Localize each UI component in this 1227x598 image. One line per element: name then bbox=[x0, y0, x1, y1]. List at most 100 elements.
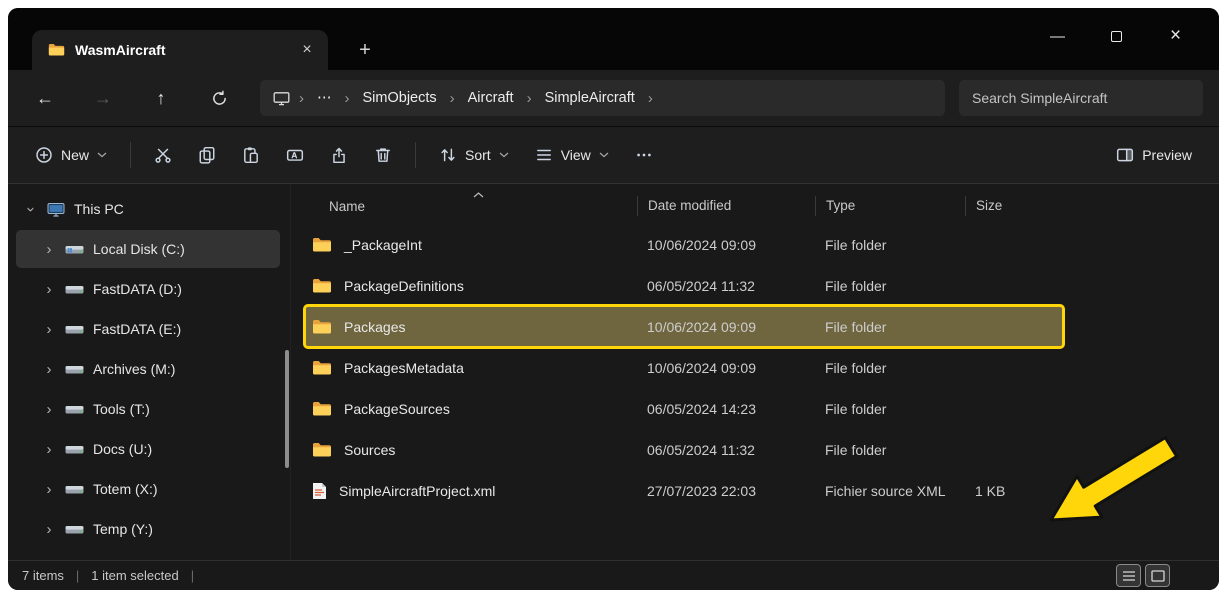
column-header-row: Name Date modified Type Size bbox=[305, 188, 1219, 224]
breadcrumb-ellipsis[interactable]: ⋯ bbox=[308, 86, 341, 110]
column-header-name[interactable]: Name bbox=[305, 199, 637, 214]
maximize-button[interactable] bbox=[1087, 8, 1146, 64]
file-type: File folder bbox=[815, 319, 965, 335]
drive-icon bbox=[65, 323, 84, 336]
sidebar-item-tools-t[interactable]: › Tools (T:) bbox=[16, 390, 280, 428]
chevron-right-icon[interactable]: › bbox=[42, 441, 56, 458]
file-name-cell: PackageDefinitions bbox=[305, 278, 637, 294]
forward-button[interactable]: → bbox=[86, 81, 120, 115]
file-date-modified: 06/05/2024 14:23 bbox=[637, 401, 815, 417]
file-type: File folder bbox=[815, 237, 965, 253]
folder-icon bbox=[312, 319, 332, 335]
file-name: PackageSources bbox=[344, 401, 450, 417]
command-bar: New Sort View bbox=[8, 126, 1219, 184]
file-row-sources[interactable]: Sources06/05/2024 11:32File folder bbox=[305, 429, 1063, 470]
chevron-right-icon[interactable]: › bbox=[342, 90, 353, 107]
file-name-cell: SimpleAircraftProject.xml bbox=[305, 482, 637, 500]
sidebar-item-this-pc[interactable]: › This PC bbox=[16, 190, 280, 228]
back-button[interactable]: ← bbox=[28, 81, 62, 115]
sidebar-item-label: Totem (X:) bbox=[93, 481, 158, 497]
delete-button[interactable] bbox=[363, 136, 403, 174]
up-button[interactable]: ↑ bbox=[144, 81, 178, 115]
refresh-button[interactable] bbox=[202, 81, 236, 115]
sidebar-item-totem-x[interactable]: › Totem (X:) bbox=[16, 470, 280, 508]
chevron-right-icon[interactable]: › bbox=[42, 321, 56, 338]
file-date-modified: 27/07/2023 22:03 bbox=[637, 483, 815, 499]
sidebar-item-label: Archives (M:) bbox=[93, 361, 175, 377]
file-row-packagesmetadata[interactable]: PackagesMetadata10/06/2024 09:09File fol… bbox=[305, 347, 1063, 388]
chevron-right-icon[interactable]: › bbox=[645, 90, 656, 107]
paste-button[interactable] bbox=[231, 136, 271, 174]
sidebar-item-archives-m[interactable]: › Archives (M:) bbox=[16, 350, 280, 388]
sort-ascending-icon bbox=[473, 192, 484, 198]
tab-title: WasmAircraft bbox=[75, 42, 284, 58]
explorer-tab[interactable]: WasmAircraft × bbox=[32, 30, 328, 70]
minimize-button[interactable]: — bbox=[1028, 8, 1087, 64]
chevron-right-icon[interactable]: › bbox=[42, 481, 56, 498]
file-row-packagesources[interactable]: PackageSources06/05/2024 14:23File folde… bbox=[305, 388, 1063, 429]
sidebar-scrollbar-thumb[interactable] bbox=[285, 350, 289, 468]
file-row-packages[interactable]: Packages10/06/2024 09:09File folder bbox=[305, 306, 1063, 347]
details-view-toggle[interactable] bbox=[1117, 565, 1140, 586]
sidebar-item-docs-u[interactable]: › Docs (U:) bbox=[16, 430, 280, 468]
toolbar-separator bbox=[415, 142, 416, 168]
chevron-expanded-icon[interactable]: › bbox=[23, 202, 40, 216]
column-header-size[interactable]: Size bbox=[965, 196, 1063, 216]
view-button[interactable]: View bbox=[524, 138, 620, 172]
new-button[interactable]: New bbox=[24, 138, 118, 172]
file-size: 1 KB bbox=[965, 483, 1063, 499]
column-header-date-modified[interactable]: Date modified bbox=[637, 196, 815, 216]
new-tab-button[interactable]: + bbox=[350, 35, 380, 65]
chevron-right-icon[interactable]: › bbox=[296, 90, 307, 107]
sidebar-item-label: Docs (U:) bbox=[93, 441, 152, 457]
chevron-right-icon[interactable]: › bbox=[42, 521, 56, 538]
file-type: File folder bbox=[815, 360, 965, 376]
cut-button[interactable] bbox=[143, 136, 183, 174]
search-input[interactable] bbox=[959, 80, 1203, 116]
icons-view-toggle[interactable] bbox=[1146, 565, 1169, 586]
breadcrumb-segment-simpleaircraft[interactable]: SimpleAircraft bbox=[536, 86, 644, 110]
chevron-right-icon[interactable]: › bbox=[524, 90, 535, 107]
sidebar-item-local-disk-c[interactable]: › Local Disk (C:) bbox=[16, 230, 280, 268]
copy-button[interactable] bbox=[187, 136, 227, 174]
monitor-icon bbox=[273, 91, 290, 106]
sidebar-item-fastdata-e[interactable]: › FastDATA (E:) bbox=[16, 310, 280, 348]
drive-icon bbox=[65, 283, 84, 296]
file-row-packagedefinitions[interactable]: PackageDefinitions06/05/2024 11:32File f… bbox=[305, 265, 1063, 306]
tab-close-button[interactable]: × bbox=[294, 37, 320, 63]
rename-button[interactable] bbox=[275, 136, 315, 174]
drive-icon bbox=[65, 483, 84, 496]
folder-icon bbox=[312, 401, 332, 417]
sidebar-item-fastdata-d[interactable]: › FastDATA (D:) bbox=[16, 270, 280, 308]
share-button[interactable] bbox=[319, 136, 359, 174]
refresh-icon bbox=[211, 90, 228, 107]
this-pc-crumb[interactable] bbox=[268, 91, 295, 106]
more-options-button[interactable] bbox=[624, 136, 664, 174]
file-date-modified: 06/05/2024 11:32 bbox=[637, 278, 815, 294]
folder-icon bbox=[312, 278, 332, 294]
file-date-modified: 10/06/2024 09:09 bbox=[637, 319, 815, 335]
sidebar-item-label: Tools (T:) bbox=[93, 401, 150, 417]
file-row-packageint[interactable]: _PackageInt10/06/2024 09:09File folder bbox=[305, 224, 1063, 265]
breadcrumb-segment-aircraft[interactable]: Aircraft bbox=[459, 86, 523, 110]
chevron-right-icon[interactable]: › bbox=[42, 281, 56, 298]
drive-icon bbox=[65, 523, 84, 536]
chevron-down-icon bbox=[97, 152, 107, 158]
column-header-type[interactable]: Type bbox=[815, 196, 965, 216]
chevron-right-icon[interactable]: › bbox=[42, 401, 56, 418]
preview-label: Preview bbox=[1142, 147, 1192, 163]
chevron-right-icon[interactable]: › bbox=[447, 90, 458, 107]
view-label: View bbox=[561, 147, 591, 163]
preview-button[interactable]: Preview bbox=[1105, 138, 1203, 172]
sidebar-item-temp-y[interactable]: › Temp (Y:) bbox=[16, 510, 280, 548]
view-icon bbox=[535, 146, 553, 164]
chevron-right-icon[interactable]: › bbox=[42, 241, 56, 258]
file-name-cell: PackageSources bbox=[305, 401, 637, 417]
close-button[interactable]: × bbox=[1146, 8, 1205, 64]
sort-button[interactable]: Sort bbox=[428, 138, 520, 172]
file-row-simpleaircraftproject-xml[interactable]: SimpleAircraftProject.xml27/07/2023 22:0… bbox=[305, 470, 1063, 511]
file-list-pane: Name Date modified Type Size _PackageInt… bbox=[290, 184, 1219, 560]
chevron-right-icon[interactable]: › bbox=[42, 361, 56, 378]
chevron-down-icon bbox=[599, 152, 609, 158]
breadcrumb-segment-simobjects[interactable]: SimObjects bbox=[354, 86, 446, 110]
